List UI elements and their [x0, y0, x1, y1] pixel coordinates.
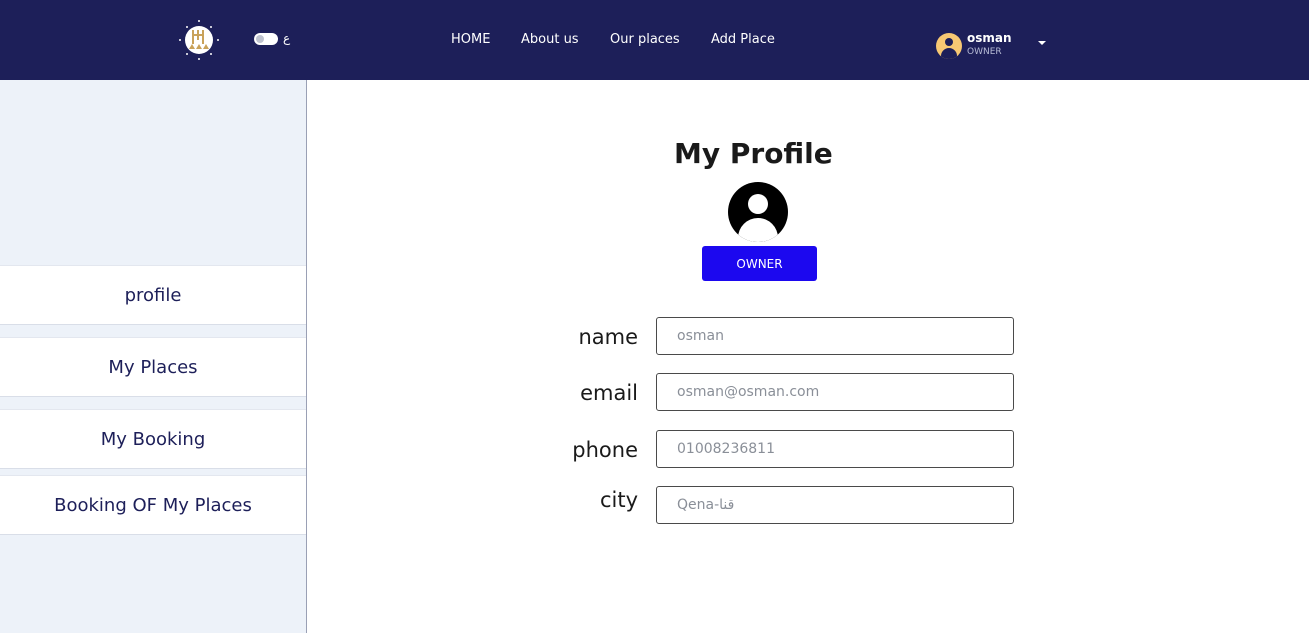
nav-our-places-link[interactable]: Our places [610, 32, 680, 47]
name-field[interactable] [656, 317, 1014, 355]
user-role: OWNER [967, 47, 1002, 57]
sidebar-item-my-booking[interactable]: My Booking [0, 409, 306, 469]
nav-home-link[interactable]: HOME [451, 32, 490, 47]
user-name[interactable]: osman [967, 31, 1012, 45]
phone-label: phone [572, 438, 638, 462]
language-label: ع [283, 31, 291, 45]
user-menu-caret-icon[interactable] [1038, 41, 1046, 45]
sidebar-item-booking-of-my-places[interactable]: Booking OF My Places [0, 475, 306, 535]
nav-about-link[interactable]: About us [521, 32, 579, 47]
top-navbar: ع HOME About us Our places Add Place osm… [0, 0, 1309, 80]
email-field[interactable] [656, 373, 1014, 411]
city-field[interactable] [656, 486, 1014, 524]
sidebar-item-my-places[interactable]: My Places [0, 337, 306, 397]
nav-add-place-link[interactable]: Add Place [711, 32, 775, 47]
city-label: city [599, 488, 638, 512]
role-button[interactable]: OWNER [702, 246, 817, 281]
email-label: email [580, 381, 638, 405]
user-avatar-icon[interactable] [936, 33, 962, 59]
language-toggle[interactable] [254, 33, 278, 45]
page-title: My Profile [674, 137, 833, 170]
phone-field[interactable] [656, 430, 1014, 468]
sidebar-item-profile[interactable]: profile [0, 265, 306, 325]
name-label: name [578, 325, 638, 349]
sidebar: profile My Places My Booking Booking OF … [0, 80, 307, 633]
site-logo[interactable] [172, 17, 226, 63]
profile-avatar-icon [728, 182, 788, 242]
